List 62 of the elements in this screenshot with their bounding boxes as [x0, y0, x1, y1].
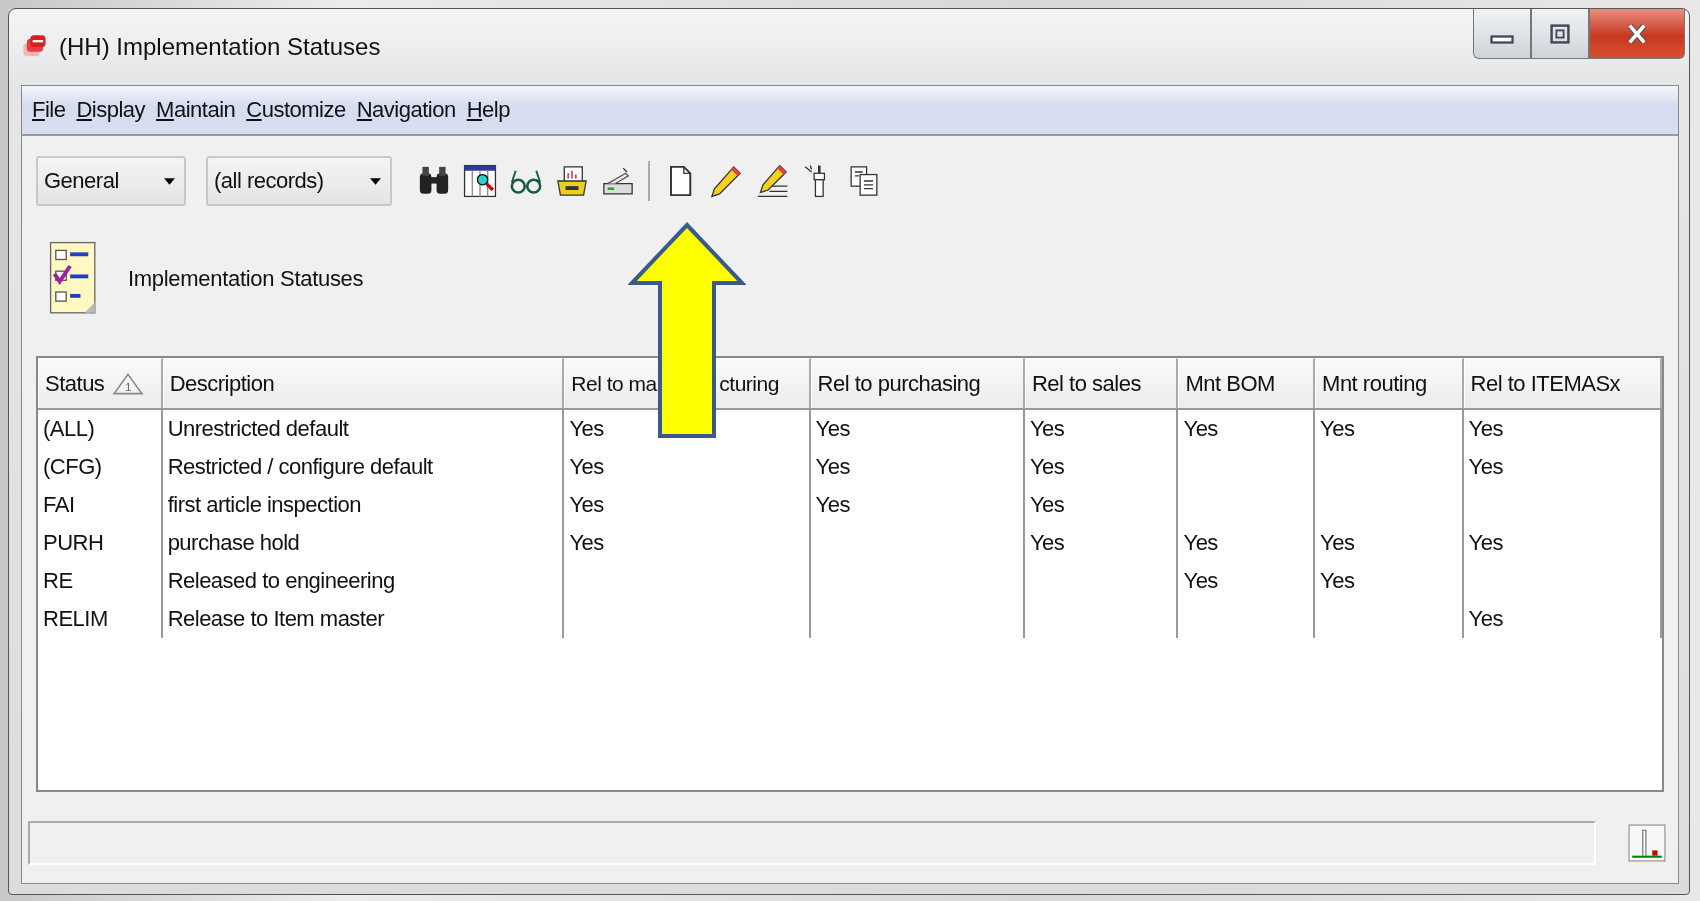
column-header[interactable]: Rel to purchasing [810, 358, 1025, 408]
column-header[interactable]: Rel to sales [1024, 358, 1179, 408]
table-cell: Yes [1320, 530, 1355, 556]
table-cell: (CFG) [43, 454, 102, 480]
menu-item[interactable]: Maintain [152, 97, 240, 123]
maximize-icon [1548, 21, 1572, 46]
menu-item[interactable]: Navigation [352, 97, 460, 123]
caret-icon [369, 176, 382, 186]
table-cell: Yes [1468, 454, 1503, 480]
close-icon [1625, 21, 1649, 46]
table-cell: purchase hold [167, 530, 300, 556]
table-cell: Yes [1183, 568, 1218, 594]
table-cell: Unrestricted default [167, 416, 349, 442]
table-cell: Yes [569, 454, 604, 480]
pencil-icon[interactable] [708, 163, 744, 199]
table-cell: Yes [569, 416, 604, 442]
dropdown[interactable]: General [36, 156, 186, 206]
table-cell: Yes [569, 492, 604, 518]
table-cell: Yes [815, 454, 850, 480]
table-cell: Yes [1029, 416, 1065, 442]
sort-ascending-icon: 1 [112, 371, 145, 396]
table-search-icon[interactable] [462, 163, 498, 199]
column-header[interactable]: Mnt routing [1315, 358, 1464, 408]
table-cell: Yes [1320, 568, 1355, 594]
dropdown[interactable]: (all records) [206, 156, 392, 206]
table-cell: RE [43, 568, 73, 594]
minimize-button[interactable] [1473, 9, 1531, 59]
menu-item[interactable]: File [28, 97, 70, 123]
table-cell: Yes [1029, 492, 1065, 518]
close-button[interactable] [1589, 9, 1685, 59]
table-cell: first article inspection [167, 492, 362, 518]
table-cell: Yes [815, 492, 850, 518]
caret-icon [163, 176, 176, 186]
column-header[interactable]: Mnt BOM [1178, 358, 1316, 408]
menu-item[interactable]: Customize [242, 97, 350, 123]
page-heading: Implementation Statuses [128, 266, 364, 292]
table-cell: Yes [1183, 416, 1218, 442]
table-cell: Yes [815, 416, 850, 442]
table-cell: Yes [1183, 530, 1218, 556]
table-cell: PURH [43, 530, 104, 556]
table-cell: Release to Item master [167, 606, 385, 632]
table-cell: Released to engineering [167, 568, 395, 594]
card-file-icon[interactable] [554, 163, 590, 199]
column-header[interactable]: Rel to ITEMASx [1463, 358, 1662, 408]
table-cell: FAI [43, 492, 75, 518]
column-header[interactable]: Description [162, 358, 565, 408]
table-cell: Yes [1029, 530, 1065, 556]
table-cell: Yes [1468, 416, 1503, 442]
table-cell: (ALL) [43, 416, 95, 442]
maximize-button[interactable] [1531, 9, 1589, 59]
table-cell: RELIM [43, 606, 108, 632]
menu-item[interactable]: Display [72, 97, 150, 123]
table-cell: Yes [1468, 606, 1503, 632]
table-cell: Yes [569, 530, 604, 556]
minimize-icon [1490, 35, 1514, 44]
table-cell: Yes [1468, 530, 1503, 556]
table-cell: Yes [1029, 454, 1065, 480]
column-header[interactable]: Status 1 [38, 358, 163, 408]
menu-item[interactable]: Help [462, 97, 514, 123]
window-title: (HH) Implementation Statuses [59, 33, 381, 61]
table-cell: Yes [1320, 416, 1355, 442]
table-cell: Restricted / configure default [167, 454, 433, 480]
